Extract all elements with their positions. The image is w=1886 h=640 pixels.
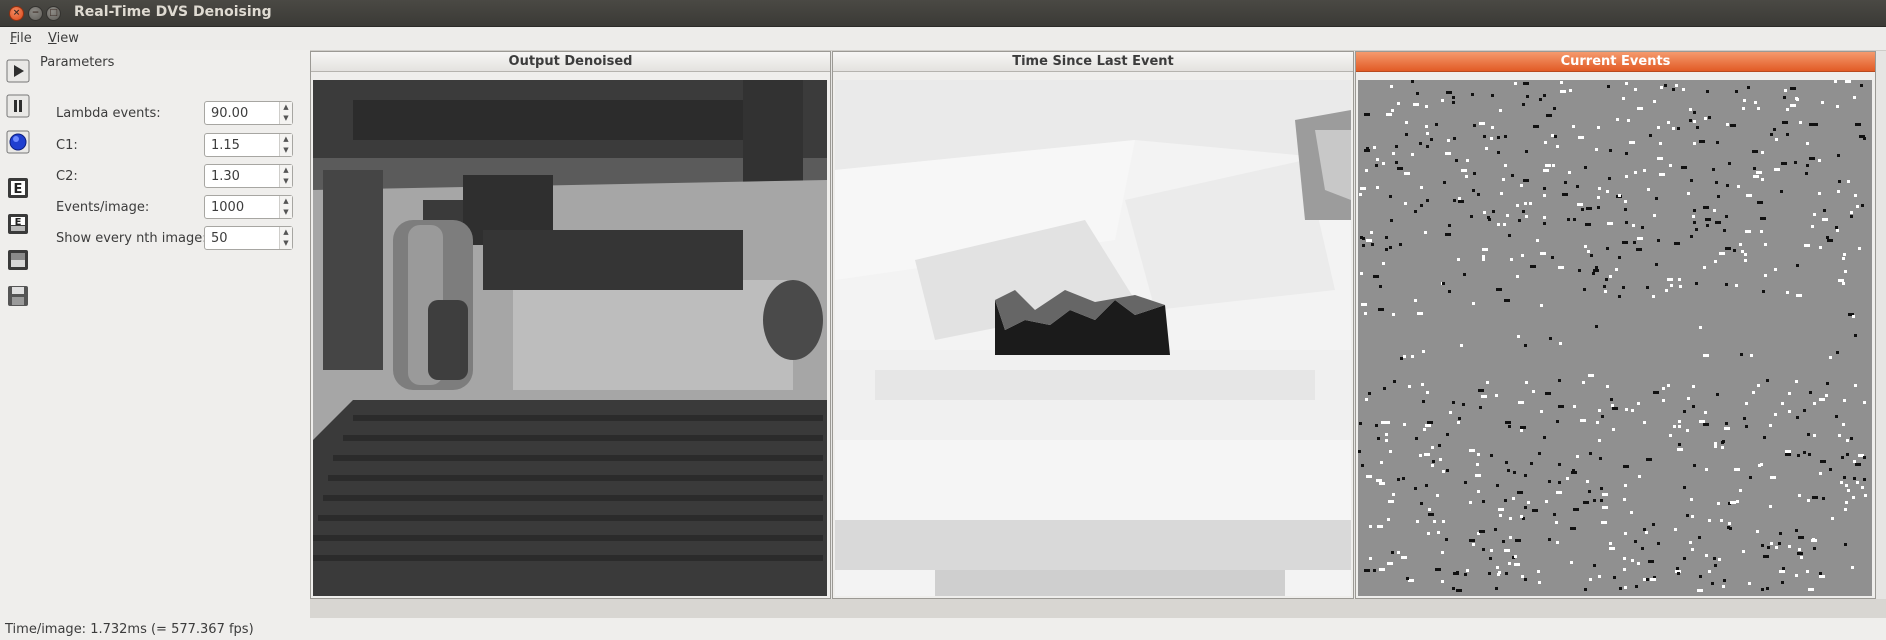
record-button[interactable] [6, 130, 30, 154]
show-every-nth-label: Show every nth image: [56, 231, 207, 246]
show-every-nth-value[interactable]: 50 [211, 231, 228, 246]
c1-label: C1: [56, 138, 78, 153]
save-button[interactable] [6, 284, 30, 308]
save-icon [8, 286, 28, 306]
close-icon: × [12, 8, 21, 18]
spin-up-icon[interactable]: ▲ [280, 134, 292, 145]
lambda-events-stepper[interactable]: ▲ ▼ [279, 102, 292, 124]
menu-view[interactable]: View [48, 31, 79, 46]
events-per-image-label: Events/image: [56, 200, 150, 215]
menu-file[interactable]: File [10, 31, 32, 46]
c1-stepper[interactable]: ▲ ▼ [279, 134, 292, 156]
lambda-events-value[interactable]: 90.00 [211, 106, 248, 121]
spin-down-icon[interactable]: ▼ [280, 176, 292, 187]
image-icon [8, 250, 28, 270]
c2-spinner[interactable]: 1.30 ▲ ▼ [204, 164, 293, 188]
c1-value[interactable]: 1.15 [211, 138, 240, 153]
play-icon [6, 59, 30, 83]
parameters-title: Parameters [40, 55, 115, 70]
panel-output-denoised: Output Denoised [310, 51, 831, 599]
time-since-last-event-image [835, 80, 1351, 596]
spin-up-icon[interactable]: ▲ [280, 165, 292, 176]
record-icon [6, 130, 30, 154]
events-icon: E [8, 178, 28, 198]
spin-down-icon[interactable]: ▼ [280, 207, 292, 218]
tab-output-denoised[interactable]: Output Denoised [311, 52, 830, 72]
panel-time-since-last-event: Time Since Last Event [832, 51, 1354, 599]
output-denoised-image [313, 80, 827, 596]
maximize-icon: □ [49, 8, 58, 18]
events-image-icon: E [8, 214, 28, 234]
window-maximize-button[interactable]: □ [46, 6, 61, 21]
c2-label: C2: [56, 169, 78, 184]
lambda-events-label: Lambda events: [56, 106, 161, 121]
current-events-image [1358, 80, 1872, 596]
events-per-image-stepper[interactable]: ▲ ▼ [279, 196, 292, 218]
spin-up-icon[interactable]: ▲ [280, 227, 292, 238]
pause-button[interactable] [6, 94, 30, 118]
events-per-image-spinner[interactable]: 1000 ▲ ▼ [204, 195, 293, 219]
spin-down-icon[interactable]: ▼ [280, 145, 292, 156]
menu-bar: File View [0, 27, 1886, 50]
spin-up-icon[interactable]: ▲ [280, 196, 292, 207]
pause-icon [6, 94, 30, 118]
show-every-nth-stepper[interactable]: ▲ ▼ [279, 227, 292, 249]
minimize-icon: − [31, 8, 40, 18]
spin-down-icon[interactable]: ▼ [280, 113, 292, 124]
menu-view-mnemonic: V [48, 31, 57, 46]
events-image-button[interactable]: E [6, 212, 30, 236]
spin-up-icon[interactable]: ▲ [280, 102, 292, 113]
tab-time-since-last-event[interactable]: Time Since Last Event [833, 52, 1353, 72]
svg-text:E: E [15, 217, 22, 228]
svg-text:E: E [14, 182, 23, 197]
menu-file-label: ile [16, 31, 32, 46]
c2-value[interactable]: 1.30 [211, 169, 240, 184]
image-button[interactable] [6, 248, 30, 272]
title-bar: × − □ Real-Time DVS Denoising [0, 0, 1886, 27]
events-per-image-value[interactable]: 1000 [211, 200, 244, 215]
menu-view-label: iew [56, 31, 79, 46]
c1-spinner[interactable]: 1.15 ▲ ▼ [204, 133, 293, 157]
lambda-events-spinner[interactable]: 90.00 ▲ ▼ [204, 101, 293, 125]
panel-current-events: Current Events [1355, 51, 1876, 599]
tab-current-events[interactable]: Current Events [1356, 52, 1875, 72]
window-close-button[interactable]: × [9, 6, 24, 21]
window-title: Real-Time DVS Denoising [74, 4, 272, 20]
c2-stepper[interactable]: ▲ ▼ [279, 165, 292, 187]
panels-bottom-strip [310, 599, 1886, 618]
window-minimize-button[interactable]: − [28, 6, 43, 21]
play-button[interactable] [6, 59, 30, 83]
status-bar: Time/image: 1.732ms (= 577.367 fps) [5, 622, 254, 637]
events-button[interactable]: E [6, 176, 30, 200]
spin-down-icon[interactable]: ▼ [280, 238, 292, 249]
show-every-nth-spinner[interactable]: 50 ▲ ▼ [204, 226, 293, 250]
